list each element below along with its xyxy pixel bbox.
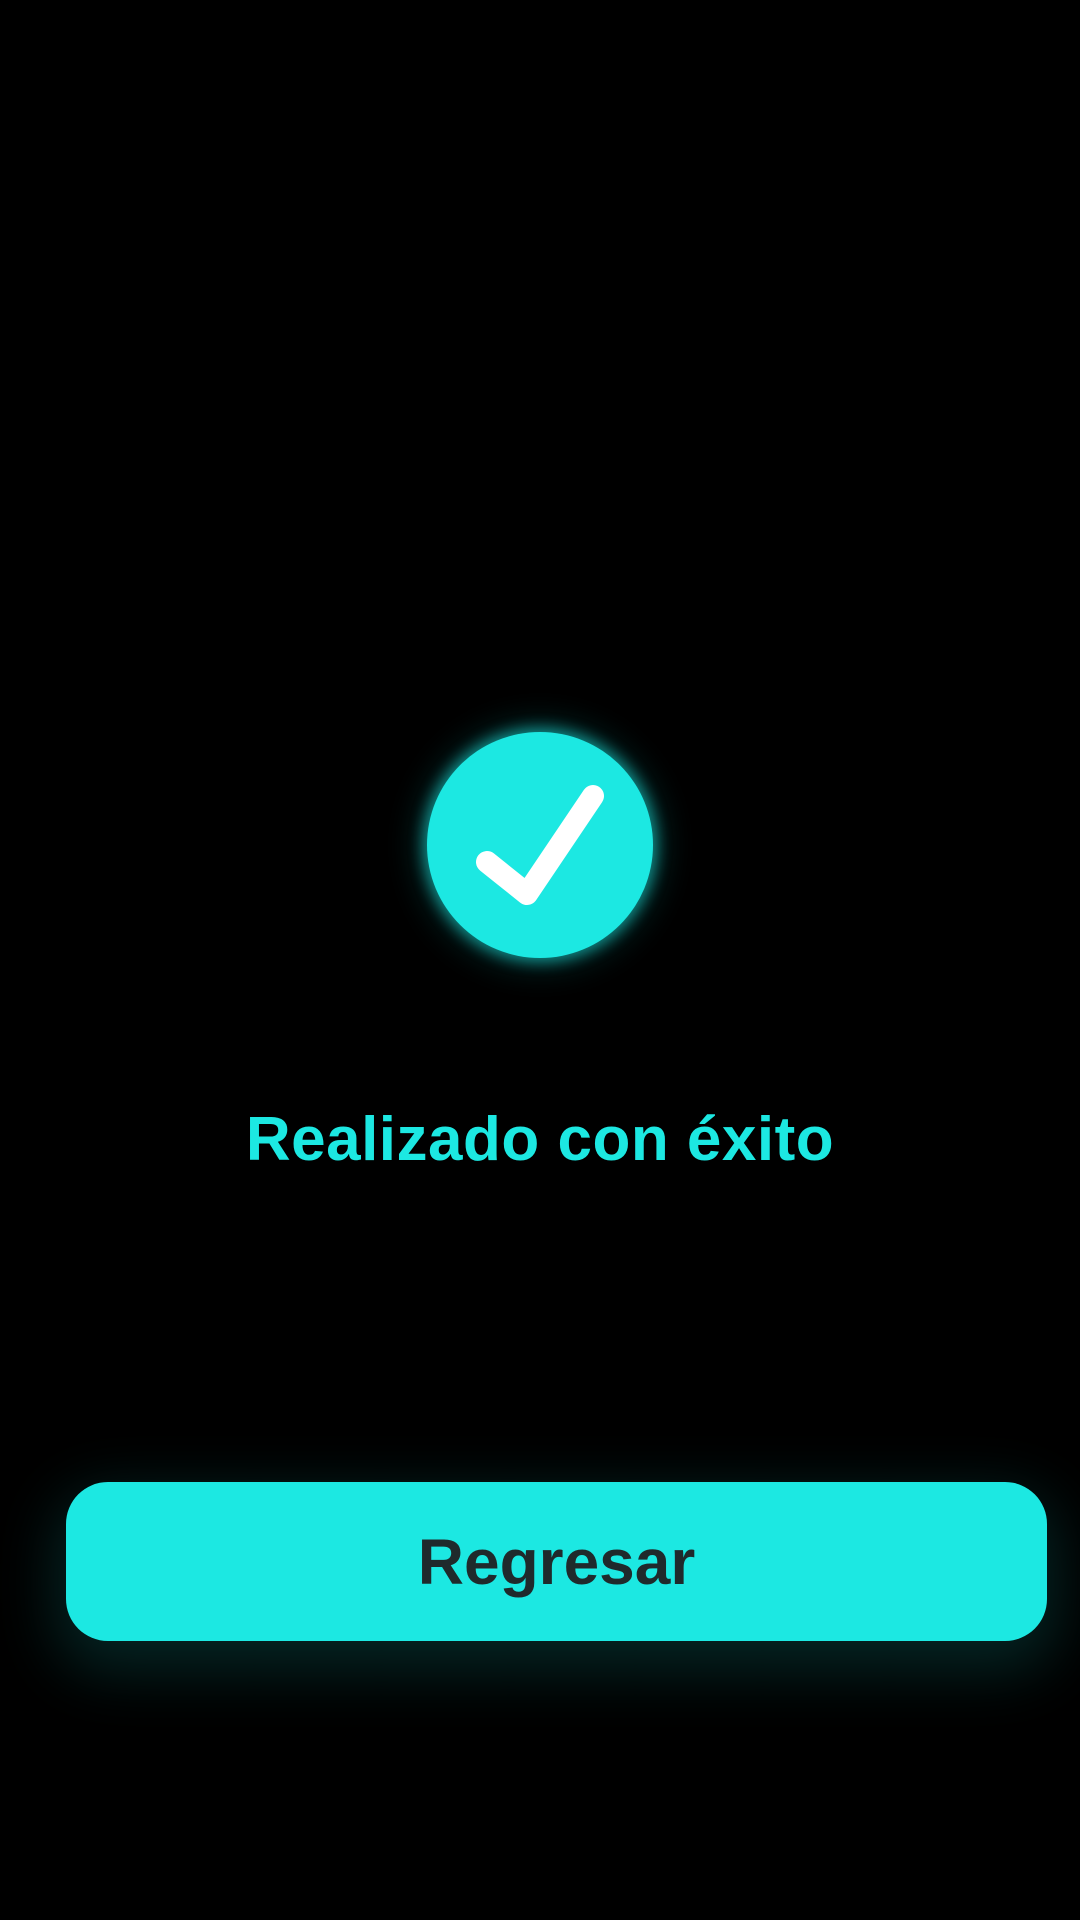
success-badge (427, 732, 653, 958)
check-icon (476, 785, 604, 905)
back-button-label: Regresar (417, 1525, 696, 1598)
success-screen: Realizado con éxito Regresar (0, 0, 1080, 1920)
success-message: Realizado con éxito (245, 1105, 835, 1174)
back-button[interactable]: Regresar (66, 1482, 1047, 1641)
